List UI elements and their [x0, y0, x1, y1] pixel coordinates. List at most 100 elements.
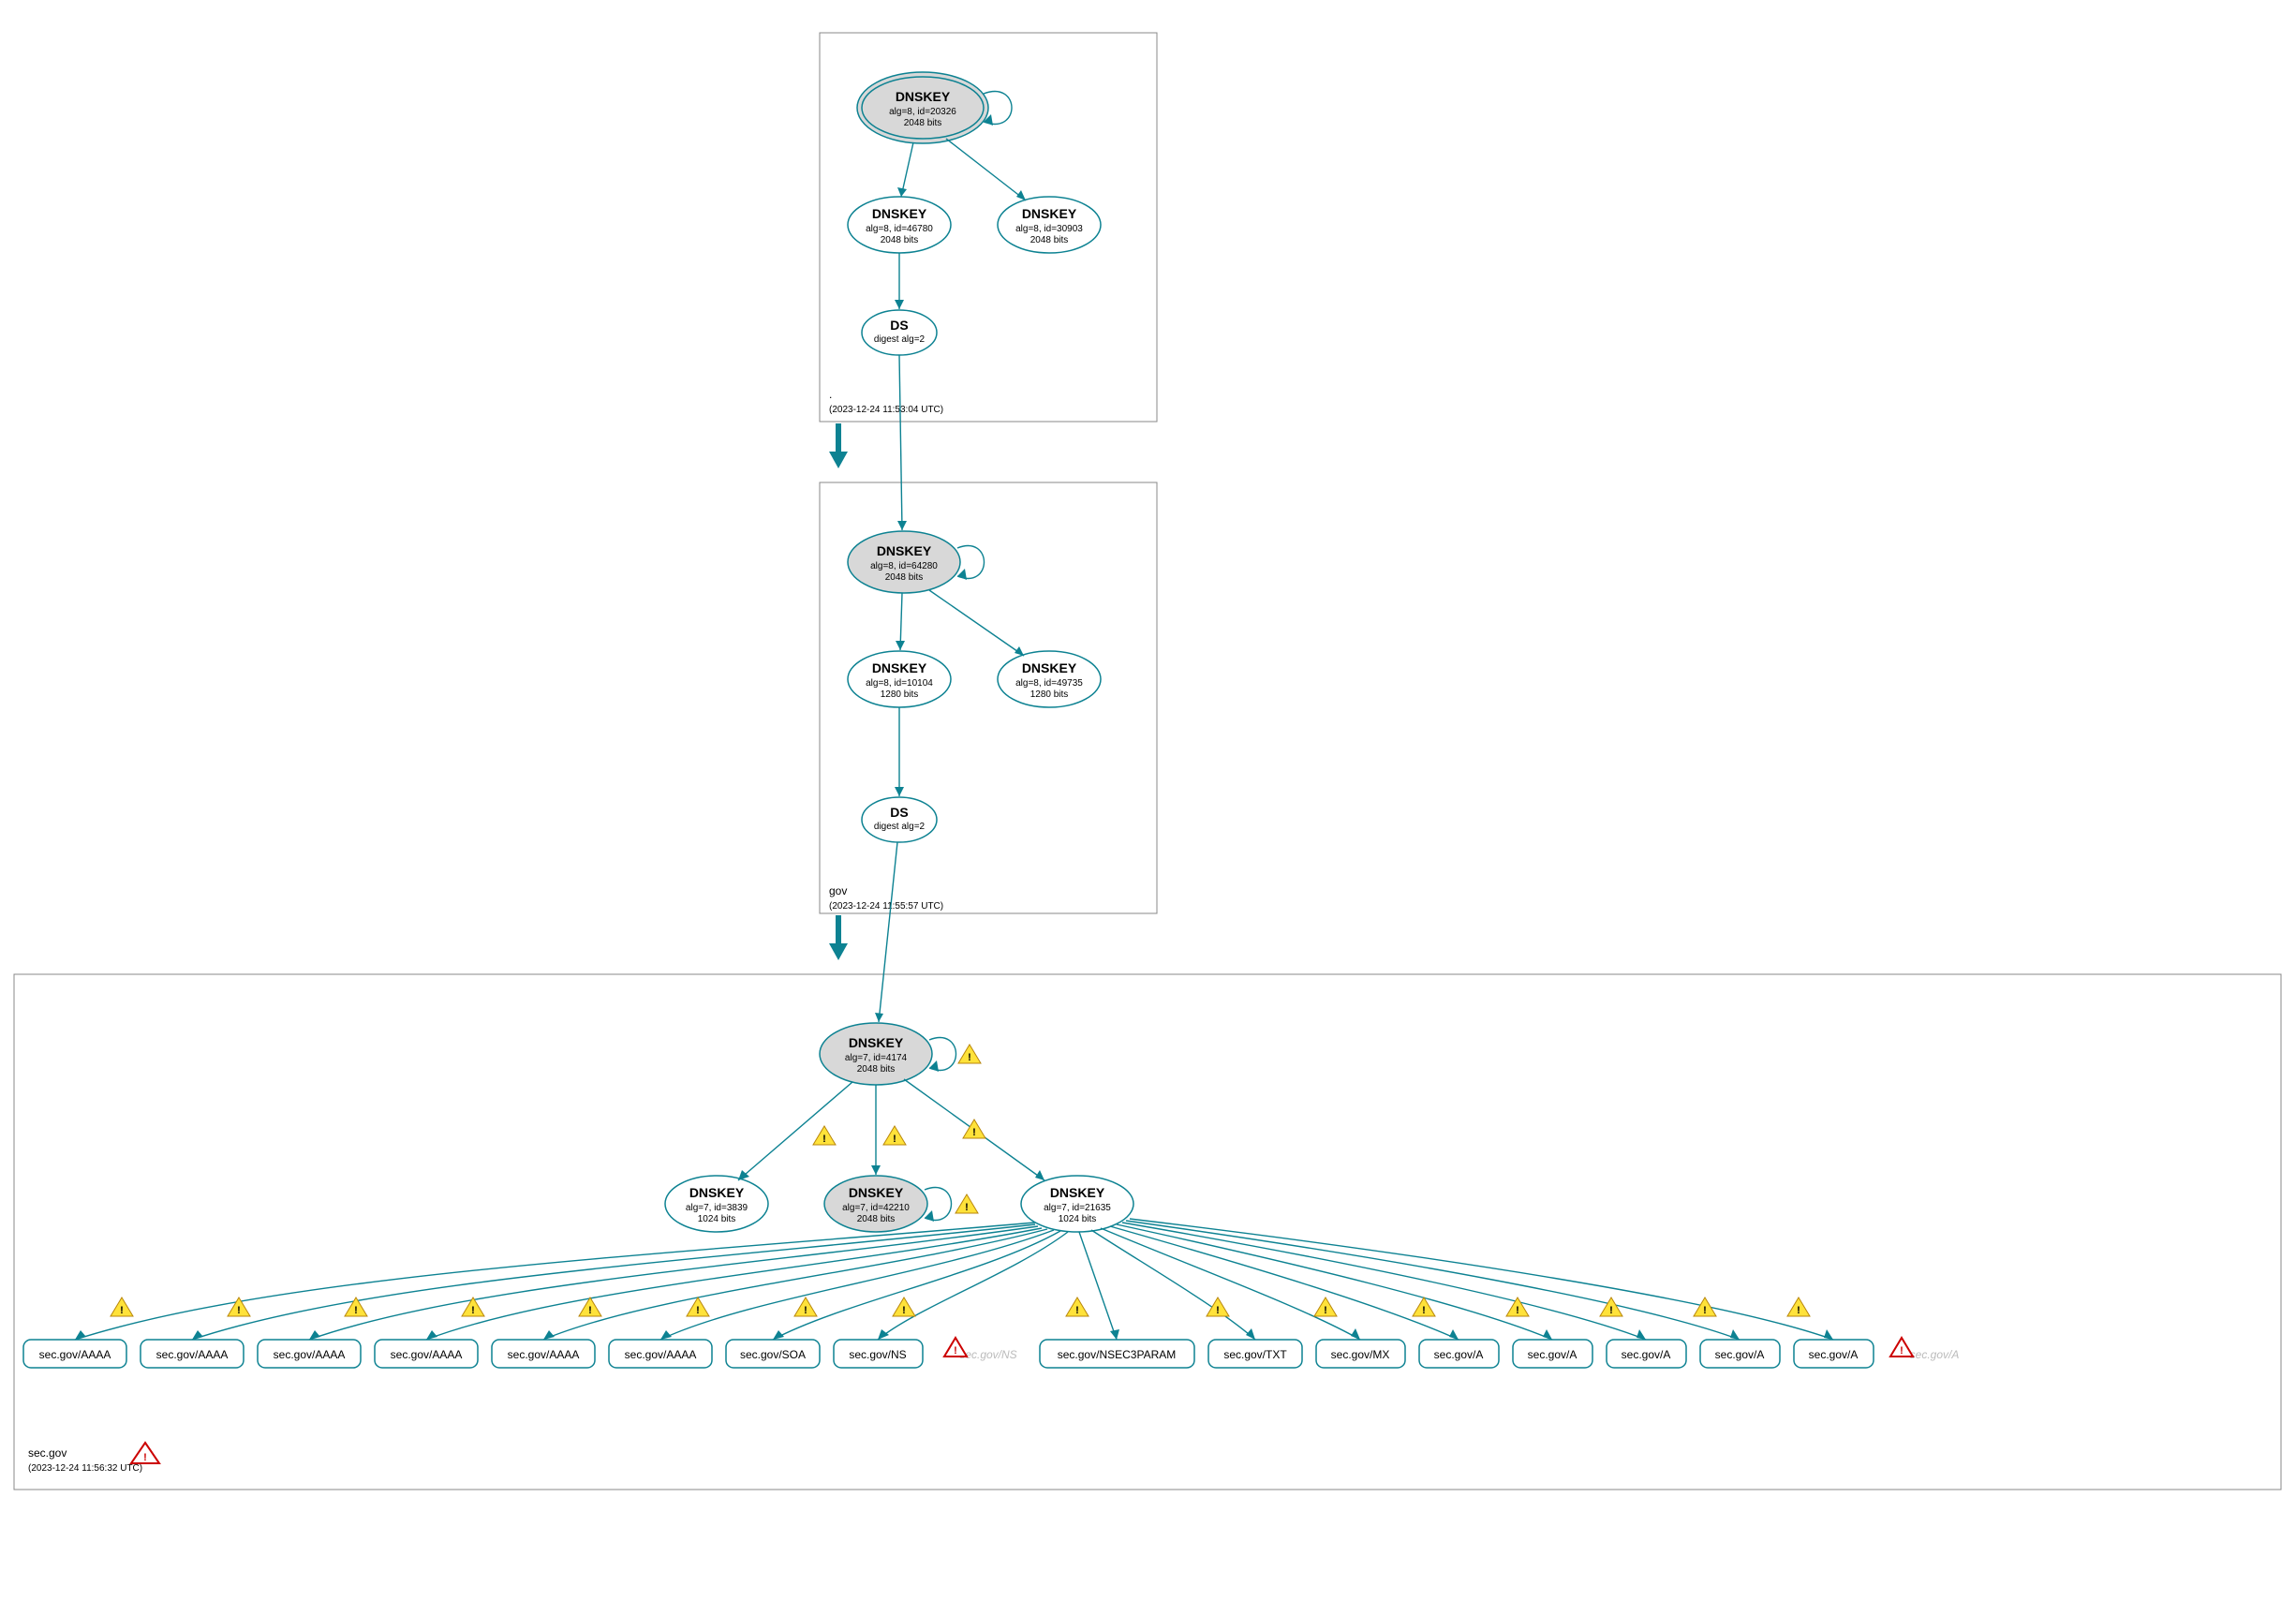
fan-edges: [75, 1219, 1833, 1340]
warn-icon: !: [958, 1045, 981, 1063]
node-sec-zsk2: DNSKEY alg=7, id=42210 2048 bits !: [824, 1176, 978, 1232]
svg-text:DNSKEY: DNSKEY: [1050, 1185, 1105, 1200]
svg-text:1280 bits: 1280 bits: [881, 689, 919, 700]
node-gov-ksk: DNSKEY alg=8, id=64280 2048 bits: [848, 531, 985, 593]
node-sec-zsk3: DNSKEY alg=7, id=21635 1024 bits: [1021, 1176, 1133, 1232]
svg-text:1024 bits: 1024 bits: [1059, 1214, 1097, 1224]
svg-text:!: !: [1324, 1305, 1327, 1316]
svg-text:2048 bits: 2048 bits: [885, 572, 924, 583]
svg-text:!: !: [1422, 1305, 1426, 1316]
svg-text:DNSKEY: DNSKEY: [849, 1185, 904, 1200]
svg-text:!: !: [143, 1452, 147, 1463]
svg-text:!: !: [237, 1305, 241, 1316]
svg-text:alg=7, id=4174: alg=7, id=4174: [845, 1053, 908, 1063]
node-sec-ksk: DNSKEY alg=7, id=4174 2048 bits !: [820, 1023, 981, 1085]
error-icon: !: [944, 1338, 967, 1357]
svg-text:!: !: [968, 1052, 971, 1063]
svg-text:digest alg=2: digest alg=2: [874, 822, 926, 832]
svg-text:!: !: [965, 1202, 969, 1213]
svg-text:!: !: [1797, 1305, 1800, 1316]
svg-text:DNSKEY: DNSKEY: [872, 660, 927, 675]
svg-text:!: !: [954, 1345, 957, 1357]
svg-text:!: !: [804, 1305, 807, 1316]
svg-text:!: !: [354, 1305, 358, 1316]
node-root-zsk2: DNSKEY alg=8, id=30903 2048 bits: [998, 197, 1101, 253]
svg-text:sec.gov/SOA: sec.gov/SOA: [740, 1348, 806, 1361]
svg-text:DNSKEY: DNSKEY: [849, 1035, 904, 1050]
zone-root-timestamp: (2023-12-24 11:53:04 UTC): [829, 405, 943, 415]
svg-text:!: !: [1703, 1305, 1707, 1316]
svg-text:sec.gov/A: sec.gov/A: [1528, 1348, 1578, 1361]
zone-secgov-box: [14, 974, 2281, 1490]
rr-row: sec.gov/AAAA sec.gov/AAAA sec.gov/AAAA s…: [23, 1338, 1959, 1368]
svg-text:!: !: [1609, 1305, 1613, 1316]
svg-text:sec.gov/A: sec.gov/A: [1910, 1348, 1960, 1361]
svg-text:sec.gov/MX: sec.gov/MX: [1331, 1348, 1390, 1361]
node-sec-zsk1: DNSKEY alg=7, id=3839 1024 bits: [665, 1176, 768, 1232]
svg-text:alg=7, id=21635: alg=7, id=21635: [1044, 1203, 1111, 1213]
svg-text:!: !: [120, 1305, 124, 1316]
svg-text:DS: DS: [890, 318, 908, 333]
svg-text:sec.gov/AAAA: sec.gov/AAAA: [156, 1348, 229, 1361]
svg-text:alg=8, id=30903: alg=8, id=30903: [1015, 224, 1083, 234]
node-gov-zsk1: DNSKEY alg=8, id=10104 1280 bits: [848, 651, 951, 707]
node-gov-ds: DS digest alg=2: [862, 797, 937, 842]
svg-text:sec.gov/A: sec.gov/A: [1622, 1348, 1671, 1361]
svg-text:sec.gov/AAAA: sec.gov/AAAA: [625, 1348, 697, 1361]
svg-text:DNSKEY: DNSKEY: [689, 1185, 745, 1200]
node-gov-zsk2: DNSKEY alg=8, id=49735 1280 bits: [998, 651, 1101, 707]
svg-text:!: !: [822, 1134, 826, 1145]
node-root-ds: DS digest alg=2: [862, 310, 937, 355]
svg-text:DNSKEY: DNSKEY: [1022, 660, 1077, 675]
svg-text:alg=8, id=46780: alg=8, id=46780: [866, 224, 933, 234]
svg-text:2048 bits: 2048 bits: [857, 1214, 896, 1224]
svg-text:2048 bits: 2048 bits: [1030, 235, 1069, 245]
svg-text:1024 bits: 1024 bits: [698, 1214, 736, 1224]
svg-text:sec.gov/AAAA: sec.gov/AAAA: [508, 1348, 580, 1361]
svg-text:!: !: [902, 1305, 906, 1316]
svg-text:!: !: [1075, 1305, 1079, 1316]
svg-text:alg=8, id=10104: alg=8, id=10104: [866, 678, 933, 689]
warn-icon: !: [813, 1126, 836, 1145]
warn-icon: !: [963, 1119, 985, 1138]
node-root-zsk1: DNSKEY alg=8, id=46780 2048 bits: [848, 197, 951, 253]
svg-text:sec.gov/NS: sec.gov/NS: [849, 1348, 906, 1361]
svg-text:sec.gov/NS: sec.gov/NS: [959, 1348, 1016, 1361]
svg-text:!: !: [1516, 1305, 1519, 1316]
zone-gov-timestamp: (2023-12-24 11:55:57 UTC): [829, 901, 943, 912]
svg-text:!: !: [1900, 1345, 1903, 1357]
svg-text:sec.gov/A: sec.gov/A: [1809, 1348, 1859, 1361]
svg-text:DS: DS: [890, 805, 908, 820]
svg-text:alg=8, id=49735: alg=8, id=49735: [1015, 678, 1083, 689]
svg-text:sec.gov/AAAA: sec.gov/AAAA: [39, 1348, 111, 1361]
svg-text:2048 bits: 2048 bits: [904, 118, 942, 128]
zone-secgov-label: sec.gov: [28, 1446, 67, 1460]
svg-text:2048 bits: 2048 bits: [857, 1064, 896, 1075]
svg-text:sec.gov/AAAA: sec.gov/AAAA: [274, 1348, 346, 1361]
svg-text:sec.gov/A: sec.gov/A: [1715, 1348, 1765, 1361]
zone-root-label: .: [829, 388, 832, 401]
svg-text:DNSKEY: DNSKEY: [877, 543, 932, 558]
svg-text:!: !: [972, 1127, 976, 1138]
svg-text:!: !: [893, 1134, 896, 1145]
svg-text:DNSKEY: DNSKEY: [872, 206, 927, 221]
svg-text:!: !: [696, 1305, 700, 1316]
svg-text:sec.gov/A: sec.gov/A: [1434, 1348, 1484, 1361]
error-icon: !: [1890, 1338, 1913, 1357]
rr-warn-row: ! ! ! ! ! ! ! ! ! ! ! ! ! ! ! !: [111, 1297, 1810, 1316]
svg-text:sec.gov/TXT: sec.gov/TXT: [1223, 1348, 1287, 1361]
warn-icon: !: [883, 1126, 906, 1145]
svg-text:sec.gov/AAAA: sec.gov/AAAA: [391, 1348, 463, 1361]
svg-text:digest alg=2: digest alg=2: [874, 334, 926, 345]
warn-icon: !: [955, 1194, 978, 1213]
svg-text:!: !: [471, 1305, 475, 1316]
svg-text:alg=7, id=3839: alg=7, id=3839: [686, 1203, 748, 1213]
svg-text:alg=8, id=64280: alg=8, id=64280: [870, 561, 938, 571]
svg-text:DNSKEY: DNSKEY: [896, 89, 951, 104]
zone-gov-label: gov: [829, 884, 847, 897]
svg-text:alg=8, id=20326: alg=8, id=20326: [889, 107, 956, 117]
svg-text:sec.gov/NSEC3PARAM: sec.gov/NSEC3PARAM: [1058, 1348, 1177, 1361]
node-root-ksk: DNSKEY alg=8, id=20326 2048 bits: [857, 72, 1012, 143]
svg-text:1280 bits: 1280 bits: [1030, 689, 1069, 700]
zone-secgov-error-icon: !: [131, 1443, 159, 1463]
